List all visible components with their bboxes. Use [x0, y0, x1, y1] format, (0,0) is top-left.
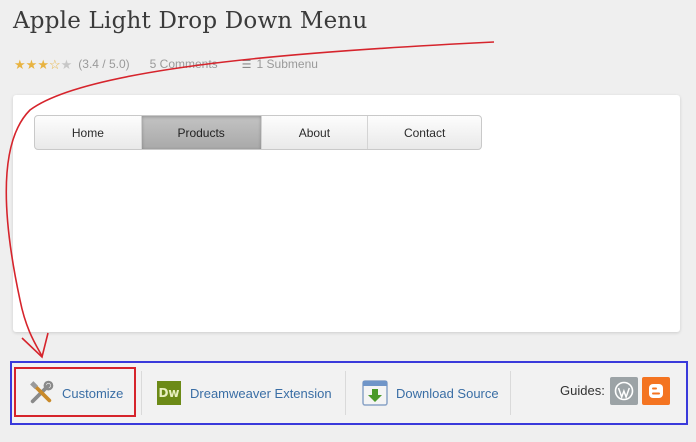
submenu-count: 1 Submenu: [256, 57, 318, 71]
star-icon[interactable]: ★: [37, 58, 49, 71]
download-source-button[interactable]: Download Source: [362, 363, 499, 423]
menu-item-contact[interactable]: Contact: [368, 116, 481, 149]
guides-label: Guides:: [560, 383, 605, 398]
star-icon[interactable]: ★: [61, 58, 73, 71]
dreamweaver-extension-button[interactable]: Dw Dreamweaver Extension: [156, 363, 332, 423]
meta-row: ★ ★ ★ ☆ ★ (3.4 / 5.0) 5 Comments ☰ 1 Sub…: [14, 55, 318, 73]
menu-item-about[interactable]: About: [262, 116, 369, 149]
menu-bar: Home Products About Contact: [34, 115, 482, 150]
download-icon: [362, 380, 388, 406]
tools-icon: [28, 380, 54, 406]
star-icon[interactable]: ★: [26, 58, 38, 71]
action-toolbar: Customize Dw Dreamweaver Extension Downl…: [10, 361, 688, 425]
star-half-icon[interactable]: ☆: [49, 58, 61, 71]
divider: [141, 371, 142, 415]
menu-preview: Home Products About Contact: [13, 95, 680, 332]
dreamweaver-icon: Dw: [156, 380, 182, 406]
menu-item-home[interactable]: Home: [35, 116, 142, 149]
blogger-icon: [649, 384, 663, 398]
comments-link[interactable]: 5 Comments: [150, 57, 218, 71]
dreamweaver-label: Dreamweaver Extension: [190, 385, 332, 401]
wordpress-guide-button[interactable]: [610, 377, 638, 405]
divider: [345, 371, 346, 415]
customize-label: Customize: [62, 385, 124, 401]
divider: [510, 371, 511, 415]
wordpress-icon: [614, 381, 634, 401]
rating-stars[interactable]: ★ ★ ★ ☆ ★: [14, 58, 72, 71]
page-title: Apple Light Drop Down Menu: [13, 8, 368, 34]
download-source-label: Download Source: [396, 385, 499, 401]
customize-button[interactable]: Customize: [28, 363, 123, 423]
star-icon[interactable]: ★: [14, 58, 26, 71]
rating-text: (3.4 / 5.0): [78, 57, 130, 71]
menu-item-products[interactable]: Products: [141, 116, 262, 149]
submenu-icon: ☰: [241, 58, 252, 71]
blogger-guide-button[interactable]: [642, 377, 670, 405]
